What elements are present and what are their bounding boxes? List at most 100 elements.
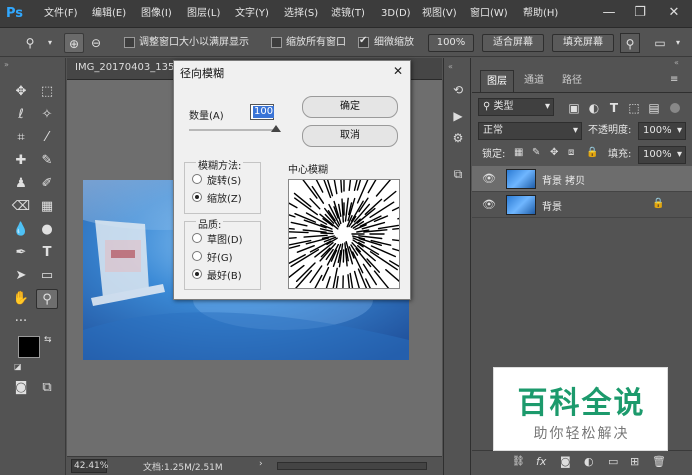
menu-select[interactable]: 选择(S) [284, 6, 318, 22]
visibility-eye-icon[interactable]: 👁 [482, 198, 496, 211]
menu-filter[interactable]: 滤镜(T) [331, 6, 365, 22]
radio-draft[interactable] [192, 233, 202, 243]
radio-zoom-label[interactable]: 缩放(Z) [207, 190, 242, 205]
quick-mask-icon[interactable]: ◙ [10, 378, 32, 398]
preset-dropdown-icon[interactable]: ▾ [40, 33, 60, 53]
filter-pixel-icon[interactable]: ▣ [564, 98, 584, 118]
blur-center-preview[interactable] [288, 179, 400, 289]
amount-slider-handle[interactable] [271, 125, 281, 132]
menu-image[interactable]: 图像(I) [141, 6, 172, 22]
amount-input[interactable]: 100 [250, 104, 275, 120]
pen-tool-icon[interactable]: ✒ [10, 243, 32, 263]
lock-all-icon[interactable]: 🔒 [586, 147, 598, 158]
radio-draft-label[interactable]: 草图(D) [207, 231, 243, 246]
radio-spin[interactable] [192, 174, 202, 184]
clone-stamp-tool-icon[interactable]: ♟ [10, 174, 32, 194]
tab-paths[interactable]: 路径 [556, 70, 588, 92]
close-icon[interactable]: ✕ [388, 62, 408, 80]
zoom-out-icon[interactable]: ⊖ [86, 33, 106, 53]
properties-panel-icon[interactable]: ⚙ [448, 128, 468, 148]
tab-channels[interactable]: 通道 [518, 70, 550, 92]
status-menu-arrow-icon[interactable]: › [259, 459, 263, 469]
filter-toggle[interactable] [670, 103, 680, 113]
zoom-in-icon[interactable]: ⊕ [64, 33, 84, 53]
zoom-all-checkbox[interactable] [271, 37, 282, 48]
zoom-level-field[interactable]: 42.41% [71, 459, 108, 473]
tab-layers[interactable]: 图层 [480, 70, 514, 92]
zoom-tool-icon[interactable]: ⚲ [36, 289, 58, 309]
panel-menu-icon[interactable]: ≡ [670, 74, 678, 85]
radio-zoom[interactable] [192, 192, 202, 202]
link-layers-icon[interactable]: ⛓ [512, 456, 525, 467]
filter-type-icon[interactable]: T [604, 98, 624, 118]
cancel-button[interactable]: 取消 [302, 125, 398, 147]
scrubby-zoom-checkbox[interactable] [358, 35, 369, 48]
actions-panel-icon[interactable]: ▶ [448, 106, 468, 126]
new-group-icon[interactable]: ▭ [608, 455, 618, 468]
layer-row[interactable]: 👁 背景 拷贝 [472, 166, 692, 192]
swap-colors-icon[interactable]: ⇆ [44, 335, 52, 345]
default-colors-icon[interactable]: ◪ [14, 362, 22, 371]
minimize-icon[interactable]: — [595, 2, 623, 24]
menu-help[interactable]: 帮助(H) [523, 6, 558, 22]
radio-best[interactable] [192, 269, 202, 279]
menu-3d[interactable]: 3D(D) [381, 6, 411, 22]
dock-collapse-icon[interactable]: « [448, 62, 453, 71]
search-icon[interactable]: ⚲ [620, 33, 640, 53]
blend-mode-select[interactable]: 正常 ▾ [478, 122, 582, 140]
dodge-tool-icon[interactable]: ● [36, 220, 58, 240]
new-layer-icon[interactable]: ⊞ [630, 455, 639, 468]
menu-layer[interactable]: 图层(L) [187, 6, 220, 22]
workspace-dropdown-icon[interactable]: ▾ [668, 33, 688, 53]
lock-image-icon[interactable]: ✎ [532, 147, 540, 158]
screen-mode-icon[interactable]: ⧉ [36, 378, 58, 398]
visibility-eye-icon[interactable]: 👁 [482, 172, 496, 185]
more-tools-icon[interactable]: ··· [10, 312, 32, 332]
menu-window[interactable]: 窗口(W) [470, 6, 508, 22]
radio-best-label[interactable]: 最好(B) [207, 267, 242, 282]
resize-windows-checkbox[interactable] [124, 37, 135, 48]
delete-layer-icon[interactable]: 🗑 [652, 455, 666, 468]
lasso-tool-icon[interactable]: ℓ [10, 105, 32, 125]
menu-type[interactable]: 文字(Y) [235, 6, 269, 22]
path-selection-tool-icon[interactable]: ➤ [10, 266, 32, 286]
radio-good[interactable] [192, 251, 202, 261]
magic-wand-tool-icon[interactable]: ✧ [36, 105, 58, 125]
radio-good-label[interactable]: 好(G) [207, 249, 233, 264]
history-brush-tool-icon[interactable]: ✐ [36, 174, 58, 194]
radio-spin-label[interactable]: 旋转(S) [207, 172, 241, 187]
filter-adjustment-icon[interactable]: ◐ [584, 98, 604, 118]
blur-tool-icon[interactable]: 💧 [10, 220, 32, 240]
zoom-tool-preset-icon[interactable]: ⚲ [20, 33, 40, 53]
panel-collapse-icon[interactable]: » [4, 60, 9, 69]
fill-field[interactable]: 100% ▾ [638, 146, 686, 164]
menu-file[interactable]: 文件(F) [44, 6, 78, 22]
move-tool-icon[interactable]: ✥ [10, 82, 32, 102]
lock-transparent-icon[interactable]: ▦ [514, 147, 523, 158]
fill-screen-button[interactable]: 填充屏幕 [552, 34, 614, 52]
eyedropper-tool-icon[interactable]: ⁄ [36, 128, 58, 148]
restore-icon[interactable]: ❐ [626, 2, 654, 24]
healing-brush-tool-icon[interactable]: ✚ [10, 151, 32, 171]
filter-shape-icon[interactable]: ⬚ [624, 98, 644, 118]
type-tool-icon[interactable]: T [36, 243, 58, 263]
horizontal-scrollbar[interactable] [277, 462, 427, 470]
fx-icon[interactable]: fx [536, 455, 546, 468]
lock-artboard-icon[interactable]: ⧈ [568, 147, 574, 158]
foreground-color-swatch[interactable] [18, 336, 40, 358]
zoom-100-button[interactable]: 100% [428, 34, 474, 52]
menu-edit[interactable]: 编辑(E) [92, 6, 126, 22]
rectangle-tool-icon[interactable]: ▭ [36, 266, 58, 286]
marquee-tool-icon[interactable]: ⬚ [36, 82, 58, 102]
lock-position-icon[interactable]: ✥ [550, 147, 558, 158]
layer-kind-filter[interactable]: ⚲ 类型 ▾ [478, 98, 554, 116]
fit-screen-button[interactable]: 适合屏幕 [482, 34, 544, 52]
eraser-tool-icon[interactable]: ⌫ [10, 197, 32, 217]
amount-slider-track[interactable] [189, 129, 277, 131]
close-window-icon[interactable]: ✕ [660, 2, 688, 24]
crop-tool-icon[interactable]: ⌗ [10, 128, 32, 148]
panel-expand-icon[interactable]: « [674, 58, 679, 67]
workspace-icon[interactable]: ▭ [650, 33, 670, 53]
navigator-panel-icon[interactable]: ⧉ [448, 164, 468, 184]
add-mask-icon[interactable]: ◙ [560, 455, 571, 468]
